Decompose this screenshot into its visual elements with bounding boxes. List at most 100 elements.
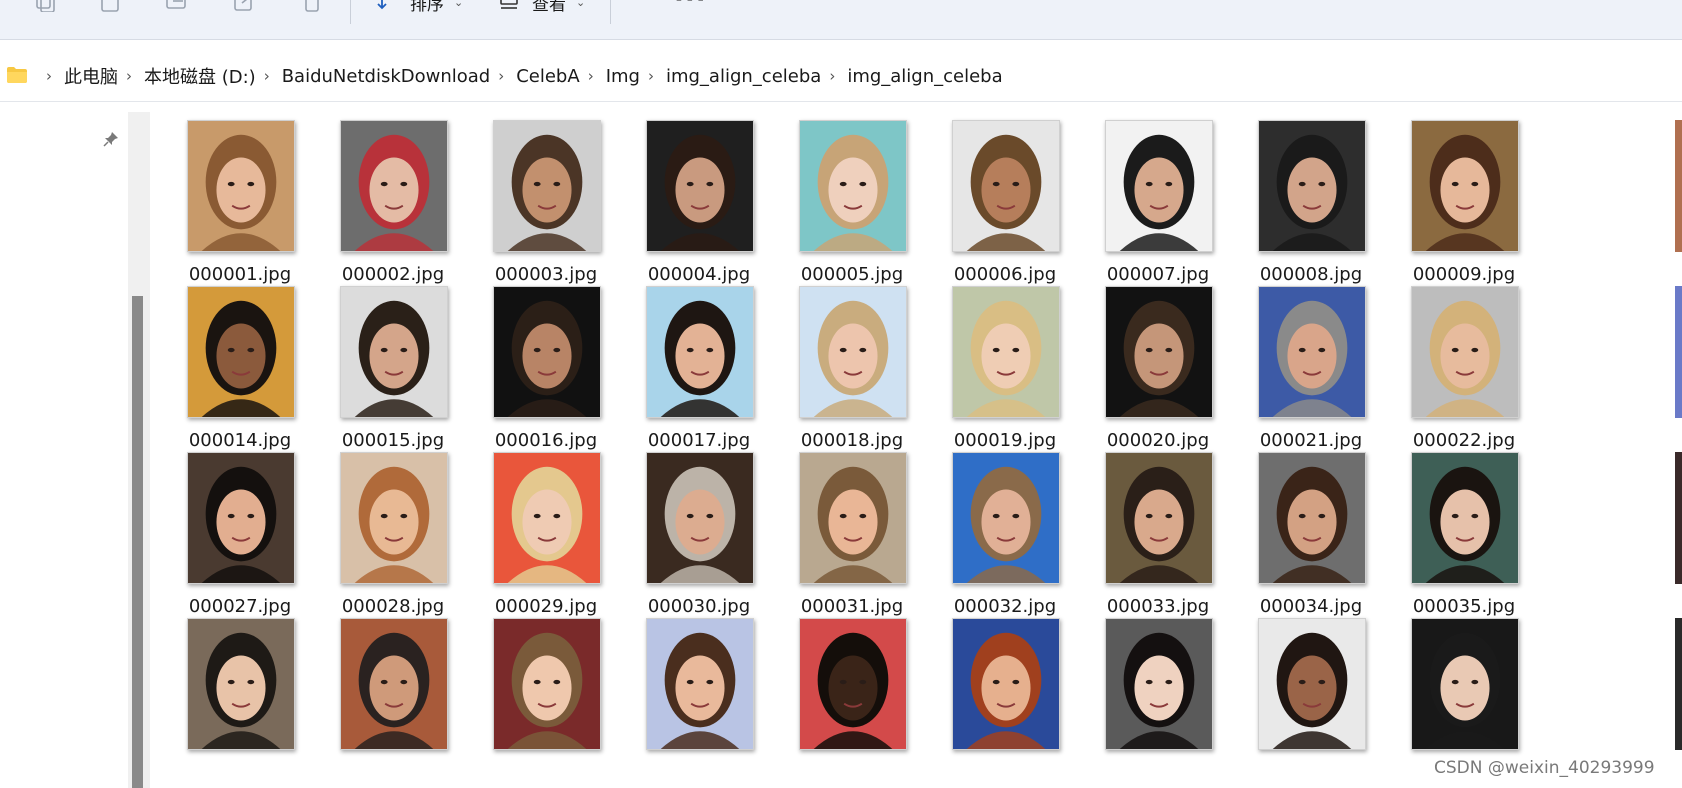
image-thumbnail[interactable] (646, 452, 754, 584)
breadcrumb-item-img[interactable]: Img (606, 66, 640, 87)
image-thumbnail[interactable] (340, 120, 448, 252)
image-thumbnail[interactable] (799, 120, 907, 252)
chevron-right-icon[interactable]: › (829, 67, 835, 85)
rename-icon[interactable] (165, 0, 189, 12)
image-thumbnail[interactable] (493, 618, 601, 750)
file-tile[interactable]: 000019.jpg (902, 260, 1060, 451)
file-tile[interactable]: 000014.jpg (150, 260, 295, 451)
file-tile[interactable] (749, 592, 907, 767)
file-tile[interactable]: 000022.jpg (1361, 260, 1519, 451)
file-tile[interactable]: 000021.jpg (1208, 260, 1366, 451)
file-tile[interactable]: 000002.jpg (290, 102, 448, 285)
sort-menu-button[interactable]: 排序 ⌄ (376, 0, 463, 15)
image-thumbnail[interactable] (952, 286, 1060, 418)
image-thumbnail[interactable] (340, 452, 448, 584)
file-tile[interactable]: 000032.jpg (902, 426, 1060, 617)
image-thumbnail[interactable] (187, 286, 295, 418)
file-tile[interactable]: 000029.jpg (443, 426, 601, 617)
file-tile[interactable]: 000007.jpg (1055, 102, 1213, 285)
image-thumbnail[interactable] (1105, 286, 1213, 418)
image-thumbnail[interactable] (1105, 120, 1213, 252)
view-menu-button[interactable]: 查看 ⌄ (498, 0, 585, 15)
file-tile[interactable]: 000015.jpg (290, 260, 448, 451)
chevron-right-icon[interactable]: › (46, 67, 52, 85)
file-tile[interactable] (902, 592, 1060, 767)
image-thumbnail-partial[interactable] (1675, 618, 1682, 750)
file-tile[interactable]: 000033.jpg (1055, 426, 1213, 617)
file-tile[interactable]: 000028.jpg (290, 426, 448, 617)
image-thumbnail[interactable] (187, 618, 295, 750)
image-thumbnail[interactable] (799, 452, 907, 584)
image-thumbnail[interactable] (1105, 452, 1213, 584)
file-tile[interactable]: 000016.jpg (443, 260, 601, 451)
chevron-right-icon[interactable]: › (588, 67, 594, 85)
image-thumbnail[interactable] (1411, 286, 1519, 418)
chevron-right-icon[interactable]: › (498, 67, 504, 85)
breadcrumb-item-baidunetdisk[interactable]: BaiduNetdiskDownload (282, 66, 491, 87)
file-tile[interactable]: 000031.jpg (749, 426, 907, 617)
pin-icon[interactable] (103, 131, 119, 147)
image-thumbnail[interactable] (1105, 618, 1213, 750)
chevron-right-icon[interactable]: › (648, 67, 654, 85)
image-thumbnail[interactable] (1411, 120, 1519, 252)
share-icon[interactable] (232, 0, 256, 12)
file-tile[interactable]: 000017.jpg (596, 260, 754, 451)
image-thumbnail[interactable] (952, 120, 1060, 252)
image-thumbnail[interactable] (493, 452, 601, 584)
file-tile[interactable] (150, 592, 295, 767)
image-thumbnail-partial[interactable] (1675, 452, 1682, 584)
image-thumbnail[interactable] (493, 286, 601, 418)
image-thumbnail[interactable] (340, 286, 448, 418)
image-thumbnail[interactable] (1258, 286, 1366, 418)
image-thumbnail[interactable] (646, 286, 754, 418)
breadcrumb-item-img-align-celeba-current[interactable]: img_align_celeba (847, 66, 1002, 87)
breadcrumb-item-local-disk[interactable]: 本地磁盘 (D:) (144, 63, 256, 89)
image-thumbnail[interactable] (646, 120, 754, 252)
image-thumbnail[interactable] (646, 618, 754, 750)
file-tile[interactable]: 000003.jpg (443, 102, 601, 285)
breadcrumb-item-celeba[interactable]: CelebA (516, 66, 579, 87)
file-tile[interactable]: 000034.jpg (1208, 426, 1366, 617)
file-tile[interactable] (443, 592, 601, 767)
breadcrumb-item-this-pc[interactable]: 此电脑 (64, 63, 118, 89)
image-thumbnail-partial[interactable] (1675, 120, 1682, 252)
image-thumbnail[interactable] (1258, 120, 1366, 252)
file-tile[interactable]: 000020.jpg (1055, 260, 1213, 451)
chevron-right-icon[interactable]: › (264, 67, 270, 85)
breadcrumb-item-img-align-celeba[interactable]: img_align_celeba (666, 66, 821, 87)
file-tile[interactable]: 000009.jpg (1361, 102, 1519, 285)
image-thumbnail[interactable] (799, 618, 907, 750)
file-tile[interactable] (290, 592, 448, 767)
file-tile[interactable]: 000027.jpg (150, 426, 295, 617)
scrollbar-thumb[interactable] (132, 296, 143, 788)
file-tile[interactable]: 000006.jpg (902, 102, 1060, 285)
image-thumbnail[interactable] (952, 452, 1060, 584)
file-tile[interactable]: 000030.jpg (596, 426, 754, 617)
file-tile[interactable]: 000004.jpg (596, 102, 754, 285)
image-thumbnail[interactable] (187, 120, 295, 252)
image-thumbnail-partial[interactable] (1675, 286, 1682, 418)
delete-icon[interactable] (300, 0, 324, 12)
image-thumbnail[interactable] (1411, 452, 1519, 584)
file-tile[interactable]: 000001.jpg (150, 102, 295, 285)
file-tile[interactable]: 000008.jpg (1208, 102, 1366, 285)
file-tile[interactable] (1208, 592, 1366, 767)
image-thumbnail[interactable] (1411, 618, 1519, 750)
file-tile[interactable]: 000018.jpg (749, 260, 907, 451)
copy-icon[interactable] (32, 0, 56, 12)
file-tile[interactable]: 000035.jpg (1361, 426, 1519, 617)
image-thumbnail[interactable] (187, 452, 295, 584)
address-bar[interactable]: › 此电脑 › 本地磁盘 (D:) › BaiduNetdiskDownload… (0, 50, 1682, 102)
chevron-right-icon[interactable]: › (126, 67, 132, 85)
file-tile[interactable] (596, 592, 754, 767)
image-thumbnail[interactable] (493, 120, 601, 252)
file-tile[interactable] (1055, 592, 1213, 767)
image-thumbnail[interactable] (1258, 618, 1366, 750)
paste-icon[interactable] (98, 0, 122, 12)
more-options-button[interactable]: ··· (674, 0, 707, 12)
image-thumbnail[interactable] (952, 618, 1060, 750)
image-thumbnail[interactable] (1258, 452, 1366, 584)
image-thumbnail[interactable] (340, 618, 448, 750)
file-tile[interactable] (1361, 592, 1519, 767)
image-thumbnail[interactable] (799, 286, 907, 418)
